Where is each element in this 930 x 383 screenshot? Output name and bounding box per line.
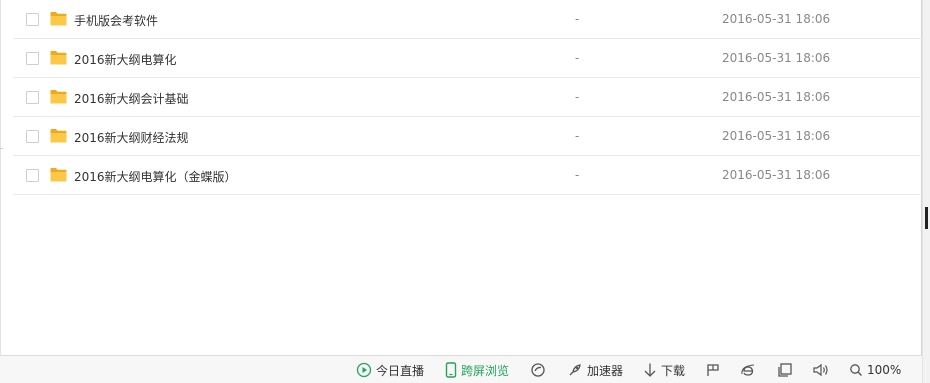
file-size: - <box>575 12 580 26</box>
file-row[interactable]: 手机版会考软件 - 2016-05-31 18:06 <box>13 0 923 39</box>
file-row[interactable]: 2016新大纲会计基础 - 2016-05-31 18:06 <box>13 78 923 117</box>
cross-screen-label: 跨屏浏览 <box>461 363 510 378</box>
window-right-edge <box>922 0 930 383</box>
flag-button[interactable] <box>705 361 721 379</box>
file-name[interactable]: 2016新大纲会计基础 <box>74 90 189 107</box>
download-label: 下载 <box>661 363 686 378</box>
live-label: 今日直播 <box>376 363 425 378</box>
play-circle-icon <box>356 362 372 378</box>
file-name[interactable]: 2016新大纲电算化（金蝶版） <box>74 168 237 185</box>
window-icon <box>778 363 792 377</box>
zoom-button[interactable]: 100% <box>849 361 901 379</box>
speaker-icon <box>813 363 828 377</box>
text-cursor-mark <box>925 207 928 229</box>
zoom-icon <box>850 364 862 376</box>
file-size: - <box>575 168 580 182</box>
file-row[interactable]: 2016新大纲财经法规 - 2016-05-31 18:06 <box>13 117 923 156</box>
row-checkbox[interactable] <box>26 130 39 143</box>
file-size: - <box>575 129 580 143</box>
phone-icon <box>445 362 457 378</box>
file-date: 2016-05-31 18:06 <box>722 129 831 143</box>
refresh-button[interactable] <box>530 361 546 379</box>
divider <box>0 148 3 149</box>
file-size: - <box>575 51 580 65</box>
rocket-icon <box>569 364 581 376</box>
file-date: 2016-05-31 18:06 <box>722 51 831 65</box>
row-checkbox[interactable] <box>26 91 39 104</box>
live-button[interactable]: 今日直播 <box>356 361 424 379</box>
download-button[interactable]: 下载 <box>643 361 685 379</box>
file-row[interactable]: 2016新大纲电算化（金蝶版） - 2016-05-31 18:06 <box>13 156 923 195</box>
refresh-icon <box>531 363 545 377</box>
accelerator-label: 加速器 <box>587 363 624 378</box>
ie-mode-button[interactable] <box>740 361 756 379</box>
folder-icon <box>50 12 67 26</box>
file-date: 2016-05-31 18:06 <box>722 12 831 26</box>
folder-icon <box>50 129 67 143</box>
volume-button[interactable] <box>812 361 830 379</box>
file-name[interactable]: 2016新大纲财经法规 <box>74 129 189 146</box>
file-size: - <box>575 90 580 104</box>
folder-icon <box>50 90 67 104</box>
cross-screen-button[interactable]: 跨屏浏览 <box>445 361 509 379</box>
file-row[interactable]: 2016新大纲电算化 - 2016-05-31 18:06 <box>13 39 923 78</box>
row-checkbox[interactable] <box>26 169 39 182</box>
file-name[interactable]: 手机版会考软件 <box>74 12 158 29</box>
download-arrow-icon <box>644 363 656 377</box>
folder-icon <box>50 168 67 182</box>
accelerator-button[interactable]: 加速器 <box>567 361 623 379</box>
window-button[interactable] <box>777 361 793 379</box>
row-checkbox[interactable] <box>26 13 39 26</box>
row-checkbox[interactable] <box>26 52 39 65</box>
zoom-level: 100% <box>867 363 902 377</box>
browser-statusbar: 今日直播 跨屏浏览 加速器 下载 100% <box>0 355 922 383</box>
file-date: 2016-05-31 18:06 <box>722 168 831 182</box>
file-date: 2016-05-31 18:06 <box>722 90 831 104</box>
flag-icon <box>707 364 719 376</box>
file-list: 手机版会考软件 - 2016-05-31 18:06 2016新大纲电算化 - … <box>13 0 923 195</box>
file-panel: 手机版会考软件 - 2016-05-31 18:06 2016新大纲电算化 - … <box>0 0 923 355</box>
ie-icon <box>741 364 755 376</box>
file-name[interactable]: 2016新大纲电算化 <box>74 51 177 68</box>
folder-icon <box>50 51 67 65</box>
